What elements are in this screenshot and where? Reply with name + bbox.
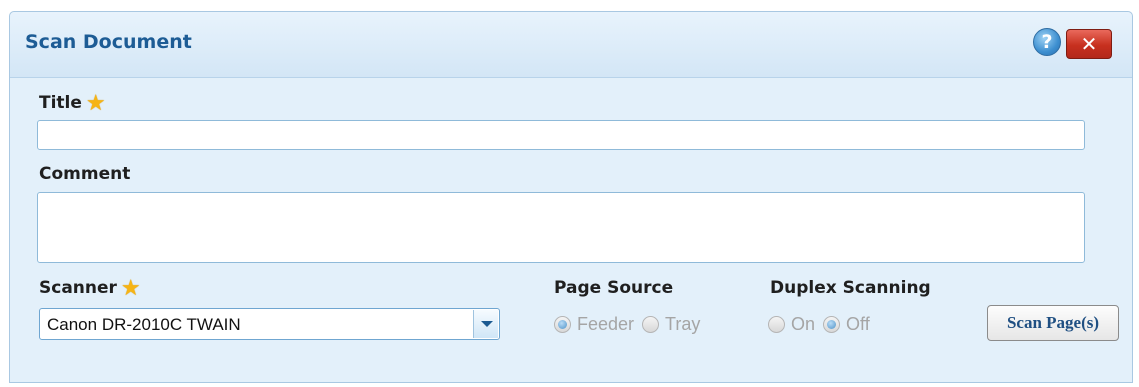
scan-pages-button[interactable]: Scan Page(s) xyxy=(987,305,1119,341)
chevron-down-icon[interactable] xyxy=(473,310,498,338)
scanner-label: Scanner ★ xyxy=(39,276,141,301)
duplex-radio-group: On Off xyxy=(768,314,878,335)
duplex-on-radio[interactable] xyxy=(768,316,785,333)
page-source-feeder-label: Feeder xyxy=(577,314,635,334)
page-source-radio-group: Feeder Tray xyxy=(554,314,708,335)
title-label: Title ★ xyxy=(39,91,106,116)
scanner-select[interactable]: Canon DR-2010C TWAIN xyxy=(39,308,500,340)
dialog-title: Scan Document xyxy=(25,31,192,53)
duplex-off-radio[interactable] xyxy=(823,316,841,333)
page-source-label: Page Source xyxy=(554,278,674,298)
scanner-selected-value: Canon DR-2010C TWAIN xyxy=(47,315,241,334)
comment-textarea[interactable] xyxy=(37,192,1085,263)
duplex-scanning-label: Duplex Scanning xyxy=(770,278,931,298)
required-star-icon: ★ xyxy=(85,91,106,116)
close-button[interactable]: ✕ xyxy=(1066,29,1112,59)
duplex-off-label: Off xyxy=(846,314,870,334)
help-button[interactable]: ? xyxy=(1033,28,1061,56)
scan-document-dialog: Scan Document ? ✕ Title ★ Comment Scanner… xyxy=(9,11,1133,383)
title-input[interactable] xyxy=(37,120,1085,150)
page-source-feeder-radio[interactable] xyxy=(554,316,571,333)
required-star-icon: ★ xyxy=(120,276,141,301)
dialog-titlebar: Scan Document ? ✕ xyxy=(10,12,1132,78)
close-icon: ✕ xyxy=(1080,32,1098,56)
title-label-text: Title xyxy=(39,93,82,113)
page-source-tray-radio[interactable] xyxy=(642,316,660,333)
help-icon: ? xyxy=(1041,31,1053,53)
duplex-on-label: On xyxy=(791,314,816,334)
comment-label: Comment xyxy=(39,164,131,184)
scanner-label-text: Scanner xyxy=(39,278,117,298)
page-source-tray-label: Tray xyxy=(665,314,701,334)
